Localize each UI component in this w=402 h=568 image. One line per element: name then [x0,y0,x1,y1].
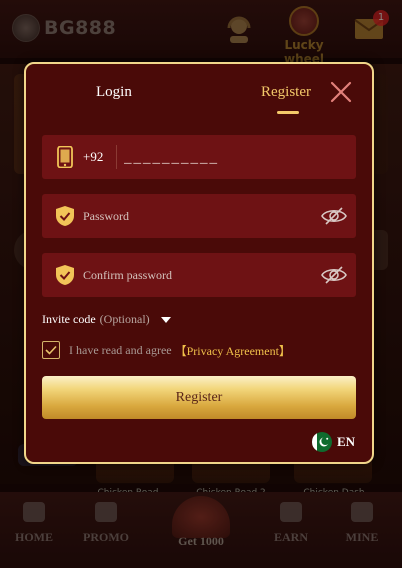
pakistan-flag-icon [312,432,332,452]
password-input[interactable] [83,205,303,227]
password-field [42,194,356,238]
invite-code-label: Invite code [42,312,96,326]
tab-register[interactable]: Register [261,84,311,101]
field-divider [116,145,117,169]
register-modal: Login Register +92 __________ Invite cod… [24,62,374,464]
eye-off-icon[interactable] [320,206,348,226]
register-button[interactable]: Register [42,376,356,419]
shield-check-icon [56,265,74,285]
agreement-row: I have read and agree 【Privacy Agreement… [42,340,291,360]
confirm-password-input[interactable] [83,264,303,286]
agreement-text: I have read and agree [69,342,172,357]
check-icon [45,345,57,355]
phone-field: +92 [42,135,356,179]
phone-input[interactable] [124,146,344,170]
country-code[interactable]: +92 [83,149,103,165]
close-icon[interactable] [329,80,353,104]
eye-off-icon[interactable] [320,265,348,285]
phone-icon [57,146,73,168]
privacy-agreement-link[interactable]: 【Privacy Agreement】 [175,342,291,359]
invite-code-toggle[interactable]: Invite code (Optional) [42,312,172,327]
invite-optional-label: (Optional) [99,312,150,326]
confirm-password-field [42,253,356,297]
caret-down-icon [160,316,171,323]
tab-login[interactable]: Login [96,84,132,101]
shield-check-icon [56,206,74,226]
language-selector[interactable]: EN [312,432,355,452]
active-tab-indicator [277,111,299,114]
agreement-checkbox[interactable] [42,341,60,359]
language-label: EN [337,434,356,449]
